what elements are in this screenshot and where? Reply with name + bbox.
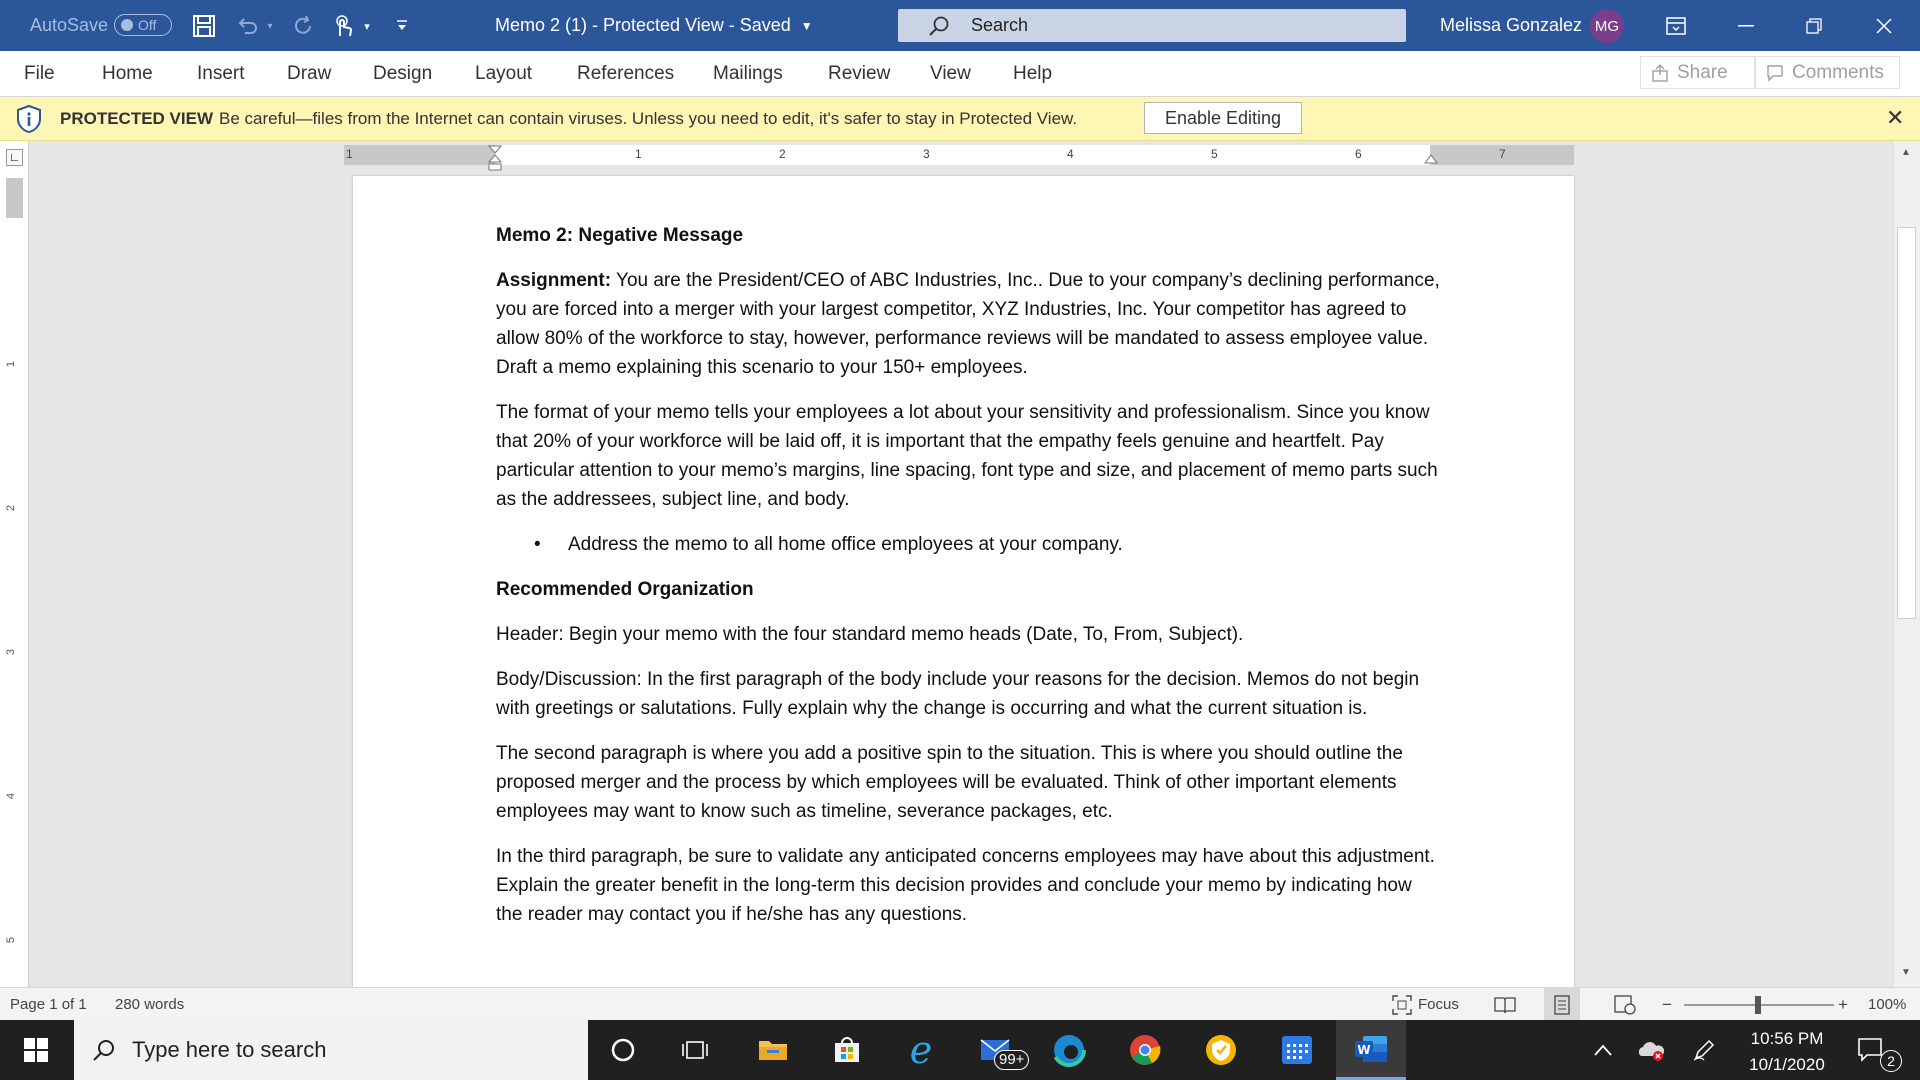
taskbar-search-input[interactable]: Type here to search xyxy=(74,1020,588,1080)
tab-review[interactable]: Review xyxy=(828,51,890,97)
touch-mode-icon[interactable] xyxy=(329,12,357,40)
norton-icon[interactable] xyxy=(1186,1020,1256,1080)
word-taskbar-icon[interactable]: W xyxy=(1336,1020,1406,1080)
cortana-icon[interactable] xyxy=(588,1020,658,1080)
zoom-in-button[interactable]: + xyxy=(1838,988,1848,1021)
system-clock[interactable]: 10:56 PM 10/1/2020 xyxy=(1742,1026,1832,1078)
notification-badge: 2 xyxy=(1880,1050,1902,1072)
protected-view-bar: PROTECTED VIEW Be careful—files from the… xyxy=(0,97,1920,141)
undo-icon[interactable] xyxy=(233,12,261,40)
tab-layout[interactable]: Layout xyxy=(475,51,532,97)
touch-dropdown-icon[interactable]: ▾ xyxy=(360,16,374,36)
assignment-paragraph: Assignment: You are the President/CEO of… xyxy=(496,270,1440,378)
memo-heading: Memo 2: Negative Message xyxy=(496,225,744,246)
notification-center-icon[interactable]: 2 xyxy=(1836,1020,1906,1080)
clock-date: 10/1/2020 xyxy=(1749,1055,1825,1074)
tab-file[interactable]: File xyxy=(24,51,55,97)
task-view-icon[interactable] xyxy=(660,1020,730,1080)
search-icon xyxy=(928,15,950,37)
share-icon xyxy=(1652,63,1668,82)
zoom-level[interactable]: 100% xyxy=(1868,988,1906,1021)
shield-info-icon xyxy=(14,104,44,139)
protected-view-message: Be careful—files from the Internet can c… xyxy=(219,109,1078,128)
tab-insert[interactable]: Insert xyxy=(197,51,245,97)
organization-heading: Recommended Organization xyxy=(496,579,754,600)
pen-icon[interactable] xyxy=(1676,1020,1732,1080)
web-layout-icon[interactable] xyxy=(1614,988,1636,1021)
tab-mailings[interactable]: Mailings xyxy=(713,51,783,97)
right-indent-marker-icon[interactable] xyxy=(1424,153,1438,171)
autosave-toggle[interactable]: Off xyxy=(114,14,172,36)
zoom-out-button[interactable]: − xyxy=(1662,988,1672,1021)
second-paragraph: The second paragraph is where you add a … xyxy=(496,743,1403,822)
zoom-slider[interactable] xyxy=(1684,988,1834,1021)
tab-help[interactable]: Help xyxy=(1013,51,1052,97)
tab-references[interactable]: References xyxy=(577,51,674,97)
focus-button[interactable]: Focus xyxy=(1392,988,1459,1021)
redo-icon[interactable] xyxy=(290,12,318,40)
horizontal-ruler: 1 1 2 3 4 5 6 7 xyxy=(344,145,1574,171)
mail-icon[interactable]: 99+ xyxy=(960,1020,1030,1080)
list-item: • Address the memo to all home office emp… xyxy=(534,534,1123,555)
windows-taskbar: Type here to search e 99+ W 10:56 PM 10/… xyxy=(0,1020,1920,1080)
vertical-ruler: ∟ 1 2 3 4 5 xyxy=(0,141,29,987)
document-title[interactable]: Memo 2 (1) - Protected View - Saved ▼ xyxy=(495,0,813,51)
edge-icon[interactable] xyxy=(1034,1020,1104,1080)
read-mode-icon[interactable] xyxy=(1494,988,1516,1021)
title-bar: AutoSave Off ▾ ▾ Memo 2 (1) - Protected … xyxy=(0,0,1920,51)
scroll-down-icon[interactable]: ▼ xyxy=(1901,967,1911,978)
word-count[interactable]: 280 words xyxy=(115,988,184,1021)
header-paragraph: Header: Begin your memo with the four st… xyxy=(496,624,1244,645)
store-icon[interactable] xyxy=(812,1020,882,1080)
tab-design[interactable]: Design xyxy=(373,51,432,97)
restore-icon[interactable] xyxy=(1780,0,1848,51)
share-button[interactable]: Share xyxy=(1640,56,1755,89)
close-bar-icon[interactable]: ✕ xyxy=(1886,105,1904,131)
vertical-scrollbar[interactable]: ▲ ▼ xyxy=(1893,141,1920,987)
status-bar: Page 1 of 1 280 words Focus − + 100% xyxy=(0,987,1920,1021)
clock-time: 10:56 PM xyxy=(1750,1029,1824,1048)
start-button[interactable] xyxy=(0,1020,72,1080)
avatar[interactable]: MG xyxy=(1590,9,1624,43)
onedrive-error-icon[interactable] xyxy=(1622,1020,1680,1080)
ribbon-tabs: File Home Insert Draw Design Layout Refe… xyxy=(0,51,1920,97)
ribbon-display-options-icon[interactable] xyxy=(1642,0,1710,51)
windows-icon xyxy=(24,1038,48,1062)
third-paragraph: In the third paragraph, be sure to valid… xyxy=(496,846,1435,925)
comment-icon xyxy=(1767,64,1783,82)
tab-home[interactable]: Home xyxy=(102,51,153,97)
svg-text:W: W xyxy=(1357,1043,1370,1057)
print-layout-icon[interactable] xyxy=(1544,988,1580,1021)
internet-explorer-icon[interactable]: e xyxy=(886,1020,956,1080)
tab-draw[interactable]: Draw xyxy=(287,51,331,97)
file-explorer-icon[interactable] xyxy=(738,1020,808,1080)
indent-marker-icon[interactable] xyxy=(487,145,503,178)
calendar-icon[interactable] xyxy=(1262,1020,1332,1080)
focus-icon xyxy=(1392,994,1412,1015)
search-input[interactable]: Search xyxy=(898,9,1406,42)
chrome-icon[interactable] xyxy=(1110,1020,1180,1080)
customize-qat-icon[interactable] xyxy=(392,14,412,36)
body-paragraph: Body/Discussion: In the first paragraph … xyxy=(496,669,1420,719)
scroll-up-icon[interactable]: ▲ xyxy=(1901,147,1911,158)
undo-dropdown-icon[interactable]: ▾ xyxy=(263,16,277,36)
page-indicator[interactable]: Page 1 of 1 xyxy=(10,988,87,1021)
tab-selector-icon[interactable]: ∟ xyxy=(6,149,23,166)
save-icon[interactable] xyxy=(190,12,218,40)
scrollbar-thumb[interactable] xyxy=(1897,227,1916,619)
enable-editing-button[interactable]: Enable Editing xyxy=(1144,102,1302,134)
tab-view[interactable]: View xyxy=(930,51,971,97)
document-body[interactable]: Memo 2: Negative Message Assignment: You… xyxy=(496,221,1441,945)
mail-badge: 99+ xyxy=(994,1050,1030,1070)
close-icon[interactable] xyxy=(1850,0,1918,51)
comments-button[interactable]: Comments xyxy=(1755,56,1900,89)
document-page[interactable]: Memo 2: Negative Message Assignment: You… xyxy=(353,176,1574,988)
format-paragraph: The format of your memo tells your emplo… xyxy=(496,402,1438,510)
search-icon xyxy=(92,1038,116,1062)
protected-view-title: PROTECTED VIEW xyxy=(60,109,214,128)
autosave-label: AutoSave xyxy=(30,15,109,35)
minimize-icon[interactable] xyxy=(1712,0,1780,51)
user-name[interactable]: Melissa Gonzalez xyxy=(1440,0,1582,51)
